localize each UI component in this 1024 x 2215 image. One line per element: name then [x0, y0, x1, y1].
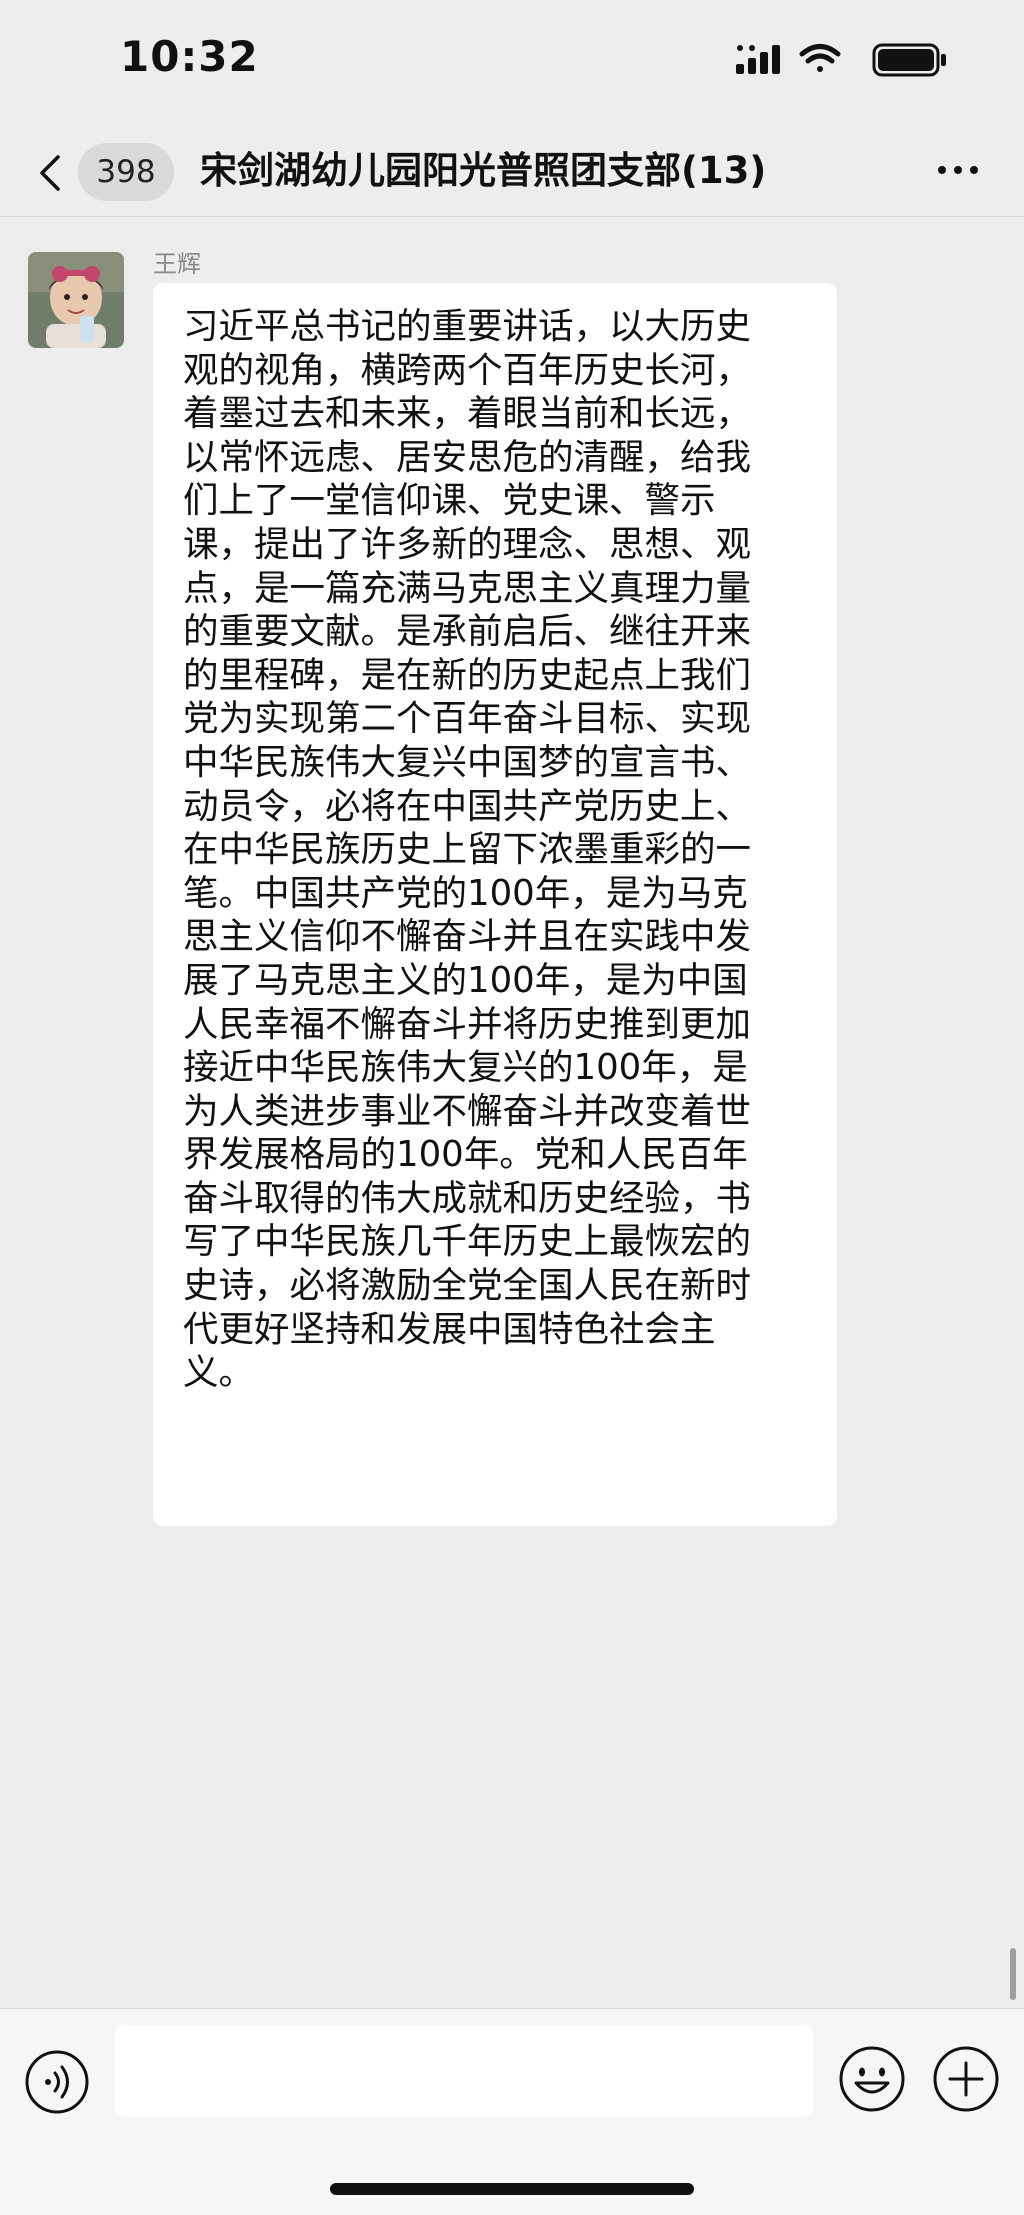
plus-icon: [933, 2046, 999, 2112]
sender-name: 王辉: [153, 250, 201, 278]
chat-title: 宋剑湖幼儿园阳光普照团支部(13): [200, 149, 767, 192]
unread-count-badge: 398: [78, 143, 174, 201]
more-button[interactable]: [930, 145, 990, 195]
cellular-signal-icon: [736, 45, 780, 74]
status-time: 10:32: [120, 32, 259, 81]
battery-icon: [872, 43, 946, 77]
status-icons: [736, 40, 950, 80]
message-bubble[interactable]: 习近平总书记的重要讲话，以大历史 观的视角，横跨两个百年历史长河， 着墨过去和未…: [153, 283, 837, 1526]
status-bar: 10:32: [0, 0, 1024, 125]
input-bar: [0, 2008, 1024, 2215]
wifi-icon: [799, 44, 841, 72]
voice-icon: [25, 2050, 89, 2114]
more-dots-icon: [938, 166, 978, 174]
message-text: 习近平总书记的重要讲话，以大历史 观的视角，横跨两个百年历史长河， 着墨过去和未…: [183, 306, 752, 1394]
nav-bar: 398 宋剑湖幼儿园阳光普照团支部(13): [0, 125, 1024, 217]
plus-button[interactable]: [932, 2045, 1000, 2113]
message-input[interactable]: [115, 2025, 813, 2117]
emoji-icon: [839, 2046, 905, 2112]
chat-screen: 10:32 398 宋剑湖幼儿园阳光普照团支部(13) 王辉 习近平总书记的重要…: [0, 0, 1024, 2215]
avatar[interactable]: [28, 252, 124, 348]
back-button[interactable]: 398: [30, 143, 175, 201]
home-indicator: [330, 2183, 694, 2195]
voice-button[interactable]: [24, 2049, 90, 2115]
emoji-button[interactable]: [838, 2045, 906, 2113]
avatar-photo: [28, 252, 124, 348]
scroll-indicator[interactable]: [1010, 1948, 1016, 2000]
chevron-left-icon: [38, 155, 62, 191]
